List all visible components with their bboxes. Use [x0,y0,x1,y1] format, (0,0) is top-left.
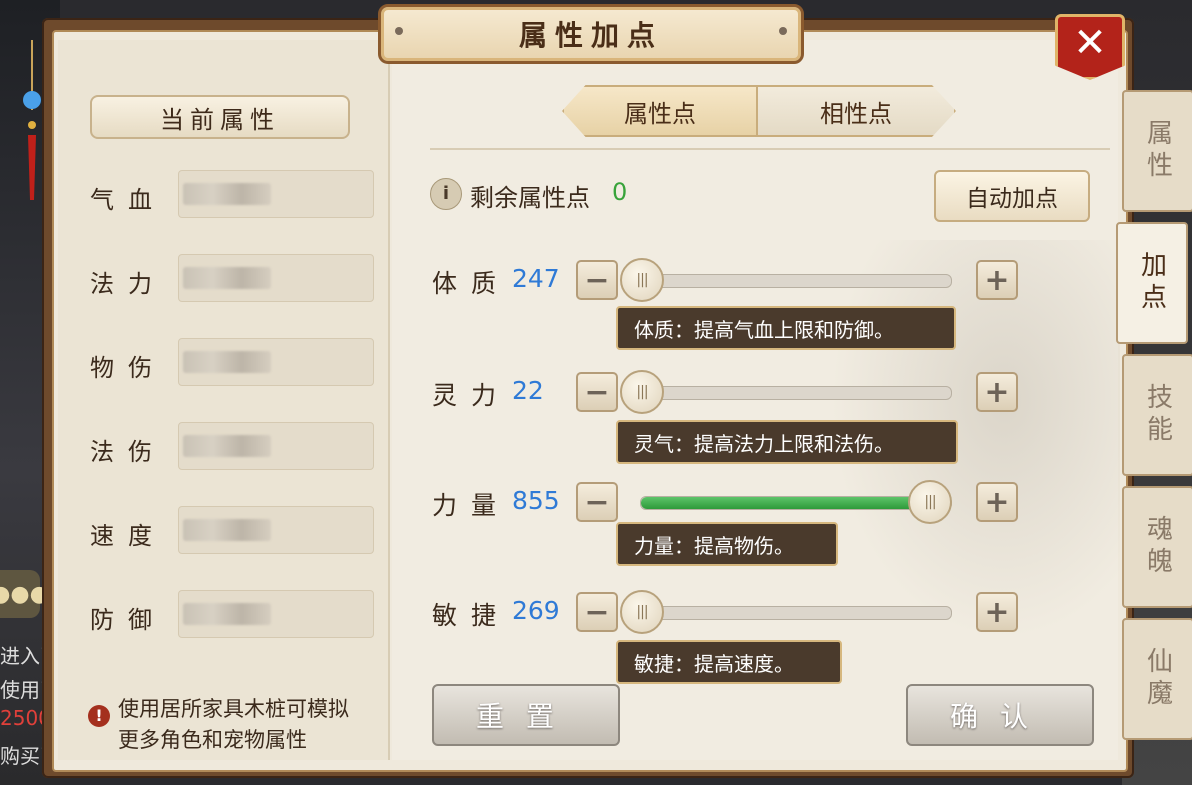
info-icon[interactable]: i [430,178,462,210]
increase-button[interactable]: + [976,372,1018,412]
decrease-button[interactable]: − [576,372,618,412]
attribute-label: 敏捷 [432,601,511,630]
stat-value-hp [178,170,374,218]
stat-value-defense [178,590,374,638]
stud-icon [395,27,403,35]
current-attributes-heading: 当前属性 [90,95,350,139]
attribute-value: 22 [512,376,544,405]
side-tab-label: 魂魄 [1142,515,1173,579]
attribute-value: 269 [512,596,560,625]
stat-value-magic-damage [178,422,374,470]
hanging-ornament-icon [23,40,41,200]
attribute-label: 力量 [432,491,511,520]
page-title: 属性加点 [518,19,663,52]
heading-label: 当前属性 [160,105,280,134]
attribute-slider-thumb[interactable]: ||| [908,480,952,524]
minus-icon: − [584,594,610,630]
plus-icon: + [984,484,1010,520]
auto-allocate-button[interactable]: 自动加点 [934,170,1090,222]
tab-label: 属性点 [624,99,696,128]
attribute-slider-track[interactable] [640,274,952,288]
side-tab-skills[interactable]: 技能 [1122,354,1192,476]
side-tab-label: 加点 [1136,251,1167,315]
stat-label-hp: 气血 [90,186,166,214]
reset-button[interactable]: 重置 [432,684,620,746]
attribute-label: 灵力 [432,381,511,410]
attribute-value: 247 [512,264,560,293]
warning-icon: ! [88,705,110,727]
left-pane [58,40,390,760]
tab-affinity-points[interactable]: 相性点 [756,85,956,137]
side-tab-soul[interactable]: 魂魄 [1122,486,1192,608]
minus-icon: − [584,374,610,410]
attribute-slider-track[interactable] [640,496,952,510]
tab-attribute-points[interactable]: 属性点 [562,85,758,137]
stat-value-physical-damage [178,338,374,386]
side-tab-add-points[interactable]: 加点 [1116,222,1188,344]
attribute-label: 体质 [432,269,511,298]
stud-icon [779,27,787,35]
increase-button[interactable]: + [976,592,1018,632]
remaining-points-value: 0 [612,178,628,206]
chat-bubble-button[interactable]: ●●● [0,570,49,618]
side-tab-attributes[interactable]: 属性 [1122,90,1192,212]
attribute-tooltip: 力量：提高物伤。 [616,522,838,566]
minus-icon: − [584,484,610,520]
remaining-points-label: 剩余属性点 [470,184,590,212]
increase-button[interactable]: + [976,482,1018,522]
plus-icon: + [984,374,1010,410]
attribute-tooltip: 体质：提高气血上限和防御。 [616,306,956,350]
side-tab-label: 属性 [1142,119,1173,183]
close-icon: ✕ [1073,20,1107,66]
side-tab-label: 仙魔 [1142,647,1173,711]
stat-value-speed [178,506,374,554]
attribute-tooltip: 灵气：提高法力上限和法伤。 [616,420,958,464]
stat-label-mp: 法力 [90,270,166,298]
plus-icon: + [984,594,1010,630]
decrease-button[interactable]: − [576,592,618,632]
title-plate: 属性加点 [378,4,804,64]
attribute-slider-track[interactable] [640,606,952,620]
plus-icon: + [984,262,1010,298]
side-tab-immortal-demon[interactable]: 仙魔 [1122,618,1192,740]
attribute-slider-thumb[interactable]: ||| [620,590,664,634]
attribute-slider-thumb[interactable]: ||| [620,258,664,302]
attribute-tooltip: 敏捷：提高速度。 [616,640,842,684]
increase-button[interactable]: + [976,260,1018,300]
divider [430,148,1110,150]
attribute-slider-track[interactable] [640,386,952,400]
stat-value-mp [178,254,374,302]
attribute-slider-fill [641,497,951,509]
decrease-button[interactable]: − [576,482,618,522]
stat-label-defense: 防御 [90,606,166,634]
stat-label-physical-damage: 物伤 [90,354,166,382]
minus-icon: − [584,262,610,298]
tab-label: 相性点 [820,99,892,128]
decrease-button[interactable]: − [576,260,618,300]
tip-text: 使用居所家具木桩可模拟更多角色和宠物属性 [118,697,349,752]
stat-label-magic-damage: 法伤 [90,438,166,466]
attribute-value: 855 [512,486,560,515]
attribute-slider-thumb[interactable]: ||| [620,370,664,414]
side-tab-label: 技能 [1142,383,1173,447]
stat-label-speed: 速度 [90,522,166,550]
confirm-button[interactable]: 确认 [906,684,1094,746]
